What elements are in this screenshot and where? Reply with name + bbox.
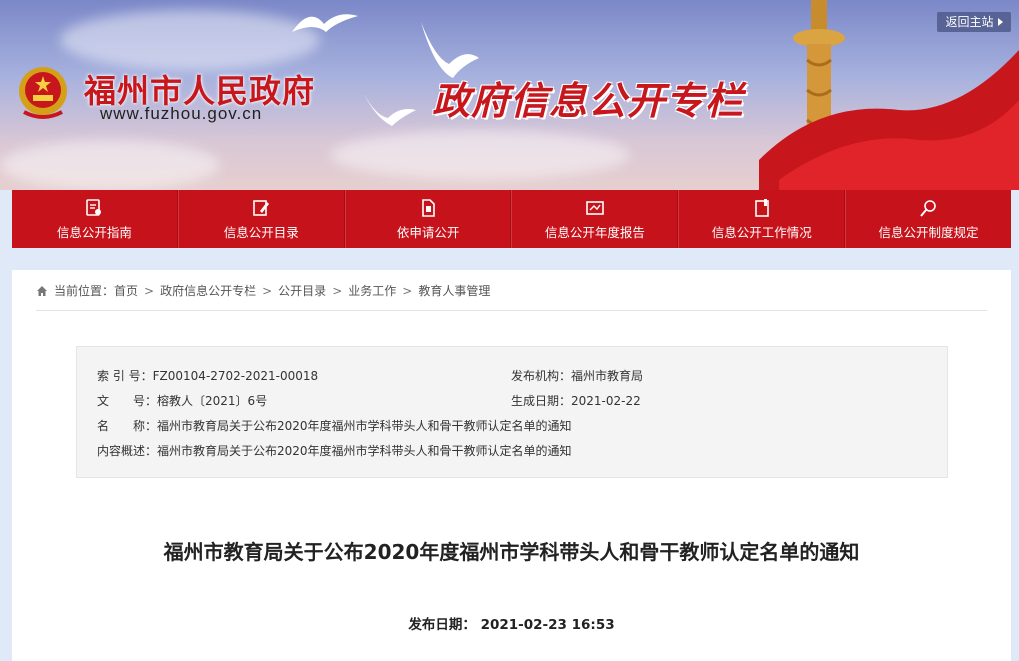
national-emblem-icon	[19, 67, 67, 119]
meta-index-value: FZ00104-2702-2021-00018	[152, 369, 319, 383]
return-main-site-button[interactable]: 返回主站	[937, 12, 1011, 32]
breadcrumb-item-personnel[interactable]: 教育人事管理	[418, 282, 490, 299]
breadcrumb-item-business[interactable]: 业务工作	[348, 282, 396, 299]
nav-item-work-status[interactable]: 信息公开工作情况	[678, 190, 846, 248]
meta-summary-value: 福州市教育局关于公布2020年度福州市学科带头人和骨干教师认定名单的通知	[157, 444, 572, 458]
column-title: 政府信息公开专栏	[432, 78, 745, 123]
article-title: 福州市教育局关于公布2020年度福州市学科带头人和骨干教师认定名单的通知	[163, 540, 860, 564]
meta-gendate-value: 2021-02-22	[571, 394, 641, 408]
nav-item-annual-report[interactable]: 信息公开年度报告	[511, 190, 679, 248]
header-banner: 返回主站 福州市人民政府 www.fuzhou.gov.cn 政府信息公开专栏	[0, 0, 1019, 190]
guide-icon	[86, 199, 102, 216]
cloud-decoration	[330, 130, 630, 180]
nav-label: 信息公开制度规定	[878, 225, 979, 240]
breadcrumb-item-column[interactable]: 政府信息公开专栏	[160, 282, 256, 299]
catalog-icon	[253, 200, 270, 216]
meta-name-row: 名 称：福州市教育局关于公布2020年度福州市学科带头人和骨干教师认定名单的通知	[97, 417, 572, 434]
nav-label: 信息公开目录	[223, 225, 299, 240]
meta-docno-label: 文 号：	[97, 394, 158, 408]
breadcrumb-item-home[interactable]: 首页	[114, 282, 138, 299]
pubdate-value: 2021-02-23 16:53	[480, 617, 615, 633]
site-url: www.fuzhou.gov.cn	[100, 104, 263, 123]
content-card: 当前位置： 首页 > 政府信息公开专栏 > 公开目录 > 业务工作 > 教育人事…	[12, 270, 1011, 661]
cloud-decoration	[60, 10, 320, 70]
nav-label: 信息公开指南	[56, 225, 132, 240]
meta-publisher-row: 发布机构：福州市教育局	[511, 367, 643, 384]
breadcrumb-separator: >	[144, 283, 155, 298]
meta-name-value: 福州市教育局关于公布2020年度福州市学科带头人和骨干教师认定名单的通知	[157, 419, 572, 433]
nav-label: 依申请公开	[396, 225, 460, 240]
regulation-search-icon	[919, 200, 936, 217]
main-nav: 信息公开指南 信息公开目录 依申请公开 信息公开年度报告 信息公开工作情况 信息…	[12, 190, 1011, 248]
meta-docno-row: 文 号：榕教人〔2021〕6号	[97, 392, 267, 409]
breadcrumb-prefix: 当前位置：	[54, 284, 115, 298]
return-main-site-label: 返回主站	[945, 15, 994, 29]
cloud-decoration	[0, 140, 220, 190]
breadcrumb-separator: >	[262, 283, 273, 298]
nav-item-catalog[interactable]: 信息公开目录	[177, 190, 345, 248]
seagull-icon	[292, 14, 358, 32]
nav-label: 信息公开年度报告	[544, 225, 645, 240]
nav-item-guide[interactable]: 信息公开指南	[12, 190, 178, 248]
red-flag-image	[759, 50, 1019, 190]
annual-report-icon	[586, 201, 604, 215]
meta-name-label: 名 称：	[97, 419, 158, 433]
meta-index-row: 索 引 号：FZ00104-2702-2021-00018	[97, 367, 318, 384]
meta-summary-row: 内容概述：福州市教育局关于公布2020年度福州市学科带头人和骨干教师认定名单的通…	[97, 442, 572, 459]
breadcrumb-divider	[36, 310, 987, 311]
meta-gendate-row: 生成日期：2021-02-22	[511, 392, 641, 409]
apply-document-icon	[422, 199, 435, 217]
work-status-icon	[754, 199, 769, 217]
breadcrumb: 当前位置： 首页 > 政府信息公开专栏 > 公开目录 > 业务工作 > 教育人事…	[36, 282, 490, 299]
document-metadata-box: 索 引 号：FZ00104-2702-2021-00018 发布机构：福州市教育…	[76, 346, 948, 478]
meta-summary-label: 内容概述：	[97, 444, 158, 458]
seagull-icon	[364, 94, 416, 126]
pubdate-label: 发布日期：	[408, 617, 476, 633]
meta-gendate-label: 生成日期：	[511, 394, 572, 408]
home-icon	[37, 285, 47, 296]
breadcrumb-separator: >	[402, 283, 413, 298]
nav-label: 信息公开工作情况	[711, 225, 812, 240]
meta-publisher-value: 福州市教育局	[571, 369, 644, 383]
breadcrumb-separator: >	[332, 283, 343, 298]
meta-index-label: 索 引 号：	[97, 369, 153, 383]
meta-docno-value: 榕教人〔2021〕6号	[157, 394, 268, 408]
breadcrumb-item-catalog[interactable]: 公开目录	[278, 282, 326, 299]
meta-publisher-label: 发布机构：	[511, 369, 572, 383]
nav-item-apply[interactable]: 依申请公开	[344, 190, 512, 248]
article-pubdate: 发布日期： 2021-02-23 16:53	[12, 613, 1011, 633]
arrow-right-icon	[997, 18, 1003, 26]
nav-item-regulation[interactable]: 信息公开制度规定	[845, 190, 1011, 248]
